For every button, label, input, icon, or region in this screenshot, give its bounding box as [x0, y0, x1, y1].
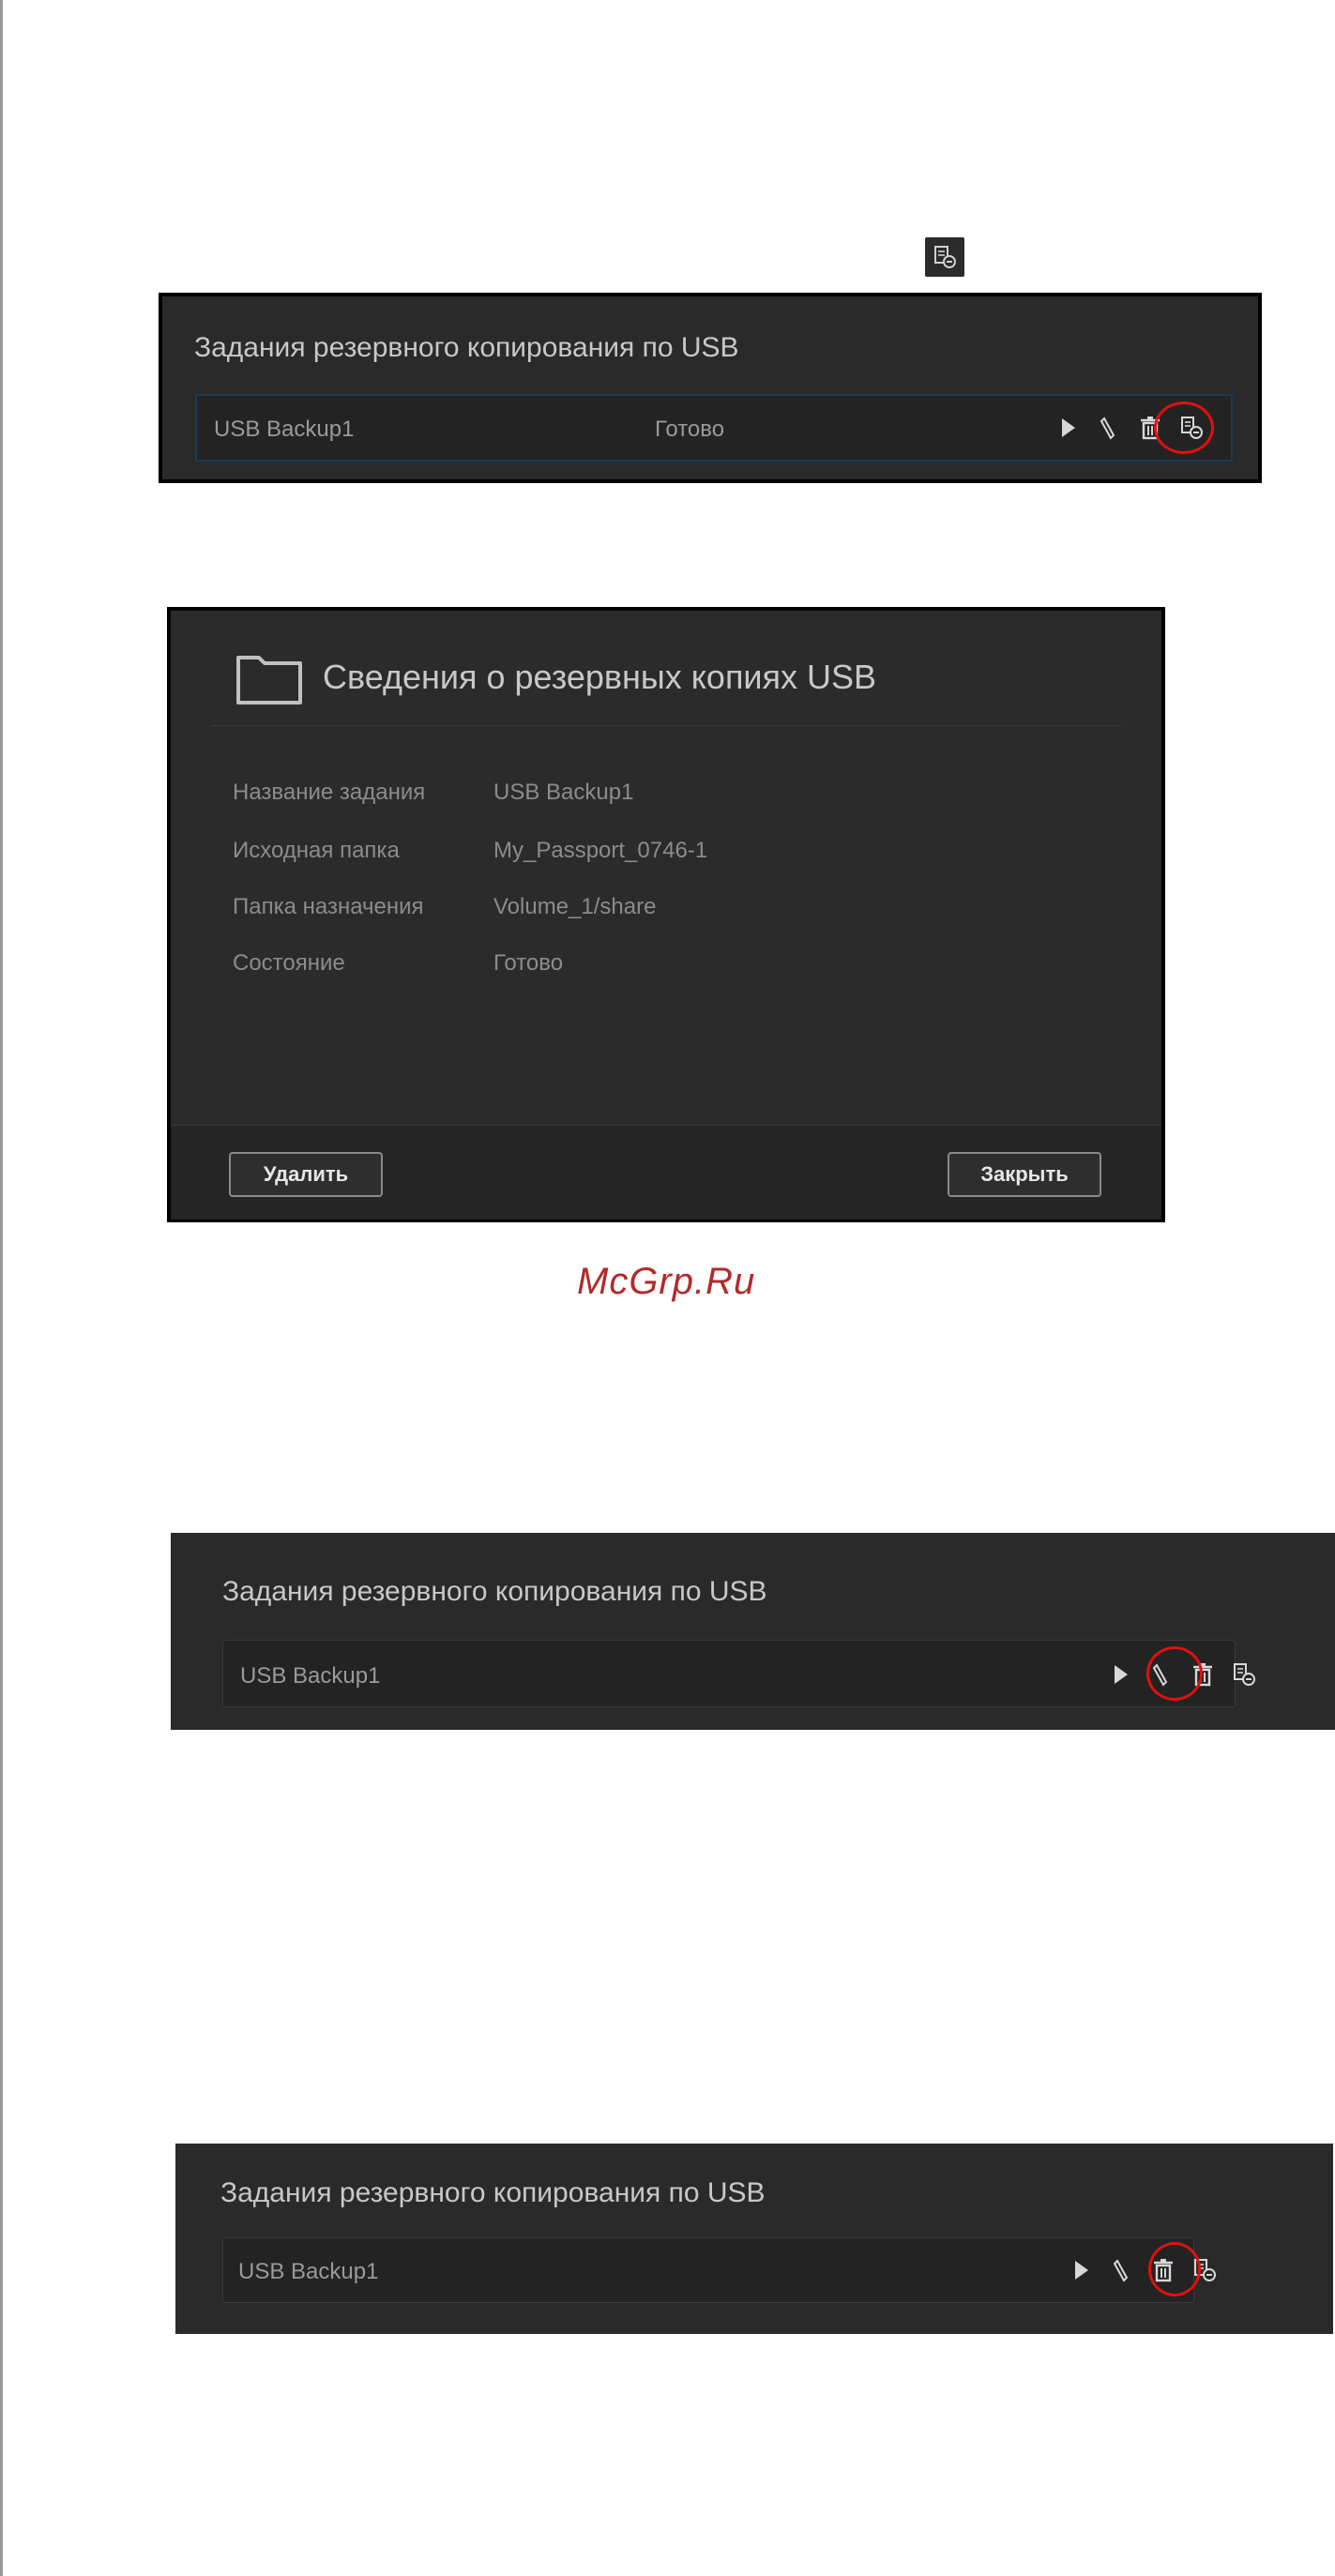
job-name: USB Backup1 — [214, 417, 355, 442]
close-button[interactable]: Закрыть — [948, 1152, 1101, 1197]
play-icon[interactable] — [1054, 415, 1081, 441]
delete-button[interactable]: Удалить — [229, 1152, 383, 1197]
details-icon[interactable] — [1178, 415, 1205, 441]
info-label: Состояние — [233, 950, 345, 976]
job-row[interactable]: USB Backup1 Готово — [195, 394, 1233, 462]
panel-title: Задания резервного копирования по USB — [220, 2177, 766, 2208]
job-status: Готово — [655, 417, 725, 442]
job-actions — [1068, 2257, 1233, 2283]
usb-backup-details-dialog: Сведения о резервных копиях USB Название… — [167, 607, 1165, 1222]
details-icon — [925, 237, 964, 277]
trash-icon[interactable] — [1137, 415, 1163, 441]
info-value: Volume_1/share — [493, 894, 657, 919]
info-label: Исходная папка — [233, 838, 400, 863]
dialog-title: Сведения о резервных копиях USB — [323, 658, 877, 696]
page-left-rule — [0, 0, 3, 2576]
usb-backup-jobs-panel: Задания резервного копирования по USB US… — [171, 1533, 1335, 1730]
info-value: Готово — [493, 950, 564, 976]
info-row-source-folder: Исходная папка My_Passport_0746-1 — [233, 838, 1077, 870]
info-row-job-name: Название задания USB Backup1 — [233, 780, 1077, 811]
info-row-destination-folder: Папка назначения Volume_1/share — [233, 894, 1077, 926]
folder-icon — [233, 648, 306, 708]
info-value: USB Backup1 — [493, 780, 634, 805]
dialog-footer: Удалить Закрыть — [171, 1125, 1161, 1220]
play-icon[interactable] — [1107, 1661, 1133, 1688]
job-row[interactable]: USB Backup1 — [222, 2237, 1216, 2303]
info-row-status: Состояние Готово — [233, 950, 1077, 982]
edit-icon[interactable] — [1109, 2257, 1135, 2283]
panel-title: Задания резервного копирования по USB — [222, 1576, 767, 1607]
usb-backup-jobs-panel: Задания резервного копирования по USB US… — [159, 293, 1262, 483]
info-label: Название задания — [233, 780, 426, 805]
trash-icon[interactable] — [1150, 2257, 1176, 2283]
usb-backup-jobs-panel: Задания резервного копирования по USB US… — [175, 2144, 1333, 2334]
trash-icon[interactable] — [1190, 1661, 1216, 1688]
info-value: My_Passport_0746-1 — [493, 838, 708, 863]
watermark: McGrp.Ru — [577, 1261, 756, 1302]
job-actions — [1054, 415, 1220, 441]
info-label: Папка назначения — [233, 894, 424, 919]
job-row[interactable]: USB Backup1 — [222, 1640, 1255, 1707]
divider — [212, 725, 1122, 726]
edit-icon[interactable] — [1096, 415, 1122, 441]
panel-title: Задания резервного копирования по USB — [194, 332, 739, 363]
details-icon[interactable] — [1191, 2257, 1218, 2283]
edit-icon[interactable] — [1148, 1661, 1175, 1688]
job-name: USB Backup1 — [238, 2259, 379, 2284]
job-actions — [1107, 1661, 1272, 1688]
play-icon[interactable] — [1068, 2257, 1094, 2283]
job-name: USB Backup1 — [240, 1663, 381, 1689]
details-icon[interactable] — [1231, 1661, 1257, 1688]
